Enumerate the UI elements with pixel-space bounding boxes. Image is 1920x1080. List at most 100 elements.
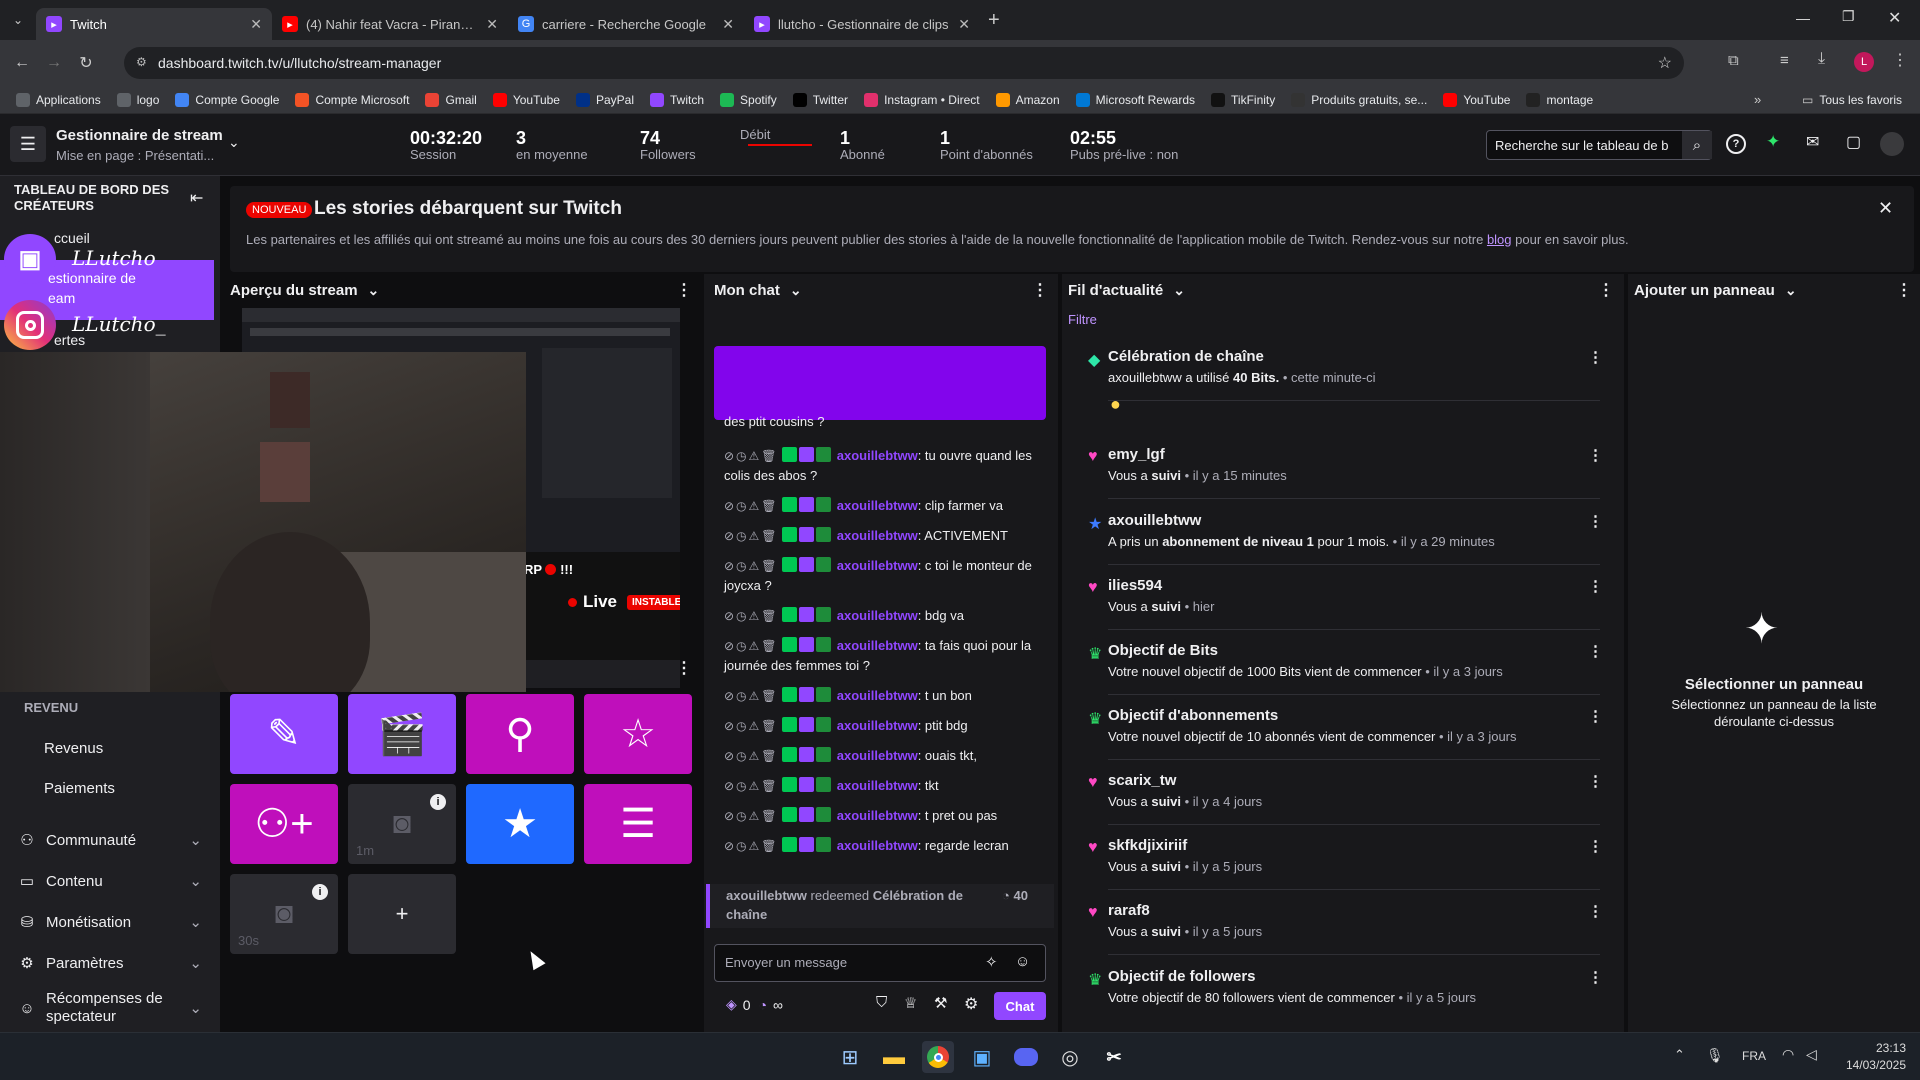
bookmark-item[interactable]: PayPal — [575, 92, 634, 107]
info-icon[interactable]: i — [312, 884, 328, 900]
chat-kebab-icon[interactable]: ⋮ — [1032, 280, 1048, 300]
stat-4[interactable]: 1 Abonné — [840, 128, 885, 162]
sparkle-icon[interactable]: ✦ — [1766, 132, 1780, 152]
preview-kebab-icon[interactable]: ⋮ — [676, 280, 692, 300]
feed-item[interactable]: ♛ Objectif de Bits Votre nouvel objectif… — [1080, 642, 1603, 700]
window-close-icon[interactable]: ✕ — [1888, 8, 1901, 28]
add-panel-kebab-icon[interactable]: ⋮ — [1896, 280, 1912, 300]
chat-message[interactable]: ⊘◷⚠🗑 axouillebtww: ACTIVEMENT — [724, 526, 1048, 546]
prediction-tile[interactable]: ⚲ — [466, 694, 574, 774]
sidebar-item-4[interactable]: ☺ Récompenses de spectateur ⌄ — [0, 984, 220, 1032]
feed-item-kebab-icon[interactable]: ⋮ — [1588, 707, 1603, 725]
hamburger-menu-icon[interactable]: ☰ — [10, 126, 46, 162]
volume-icon[interactable]: ◁ — [1806, 1046, 1817, 1063]
trophy-small-icon[interactable]: ♕ — [904, 994, 917, 1012]
media-icon[interactable]: ≡ — [1780, 52, 1789, 69]
search-input[interactable]: Recherche sur le tableau de b — [1495, 138, 1668, 153]
bookmark-star-icon[interactable]: ☆ — [1658, 53, 1672, 73]
feed-filter-link[interactable]: Filtre — [1068, 312, 1097, 327]
feed-item[interactable]: ♥ skfkdjixiriif Vous a suivi • il y a 5 … — [1080, 837, 1603, 895]
feed-item-kebab-icon[interactable]: ⋮ — [1588, 772, 1603, 790]
chat-message[interactable]: ⊘◷⚠🗑 axouillebtww: regarde lecran — [724, 836, 1048, 856]
bookmark-item[interactable]: Gmail — [425, 92, 477, 107]
banner-close-icon[interactable]: ✕ — [1878, 198, 1893, 219]
emote-picker-icon[interactable]: ☺ — [1015, 953, 1030, 970]
sidebar-item-1[interactable]: ▭ Contenu ⌄ — [0, 861, 220, 901]
mod-actions-icon[interactable]: ⊘◷⚠🗑 — [724, 559, 779, 573]
all-bookmarks[interactable]: ▭ Tous les favoris — [1802, 93, 1902, 107]
chat-message[interactable]: ⊘◷⚠🗑 axouillebtww: ptit bdg — [724, 716, 1048, 736]
reload-icon[interactable]: ↻ — [70, 47, 102, 79]
feed-kebab-icon[interactable]: ⋮ — [1598, 280, 1614, 300]
mod-tools-icon[interactable]: ⚒ — [934, 994, 947, 1012]
bookmark-item[interactable]: Microsoft Rewards — [1075, 92, 1195, 107]
site-info-icon[interactable]: ⚙ — [136, 55, 147, 69]
sidebar-item-2[interactable]: ⛁ Monétisation ⌄ — [0, 902, 220, 942]
highlight-tile[interactable]: ★ — [466, 784, 574, 864]
raid-tile[interactable]: ⚇+ — [230, 784, 338, 864]
emote-sparkle-icon[interactable]: ✧ — [985, 953, 998, 971]
chat-message[interactable]: ⊘◷⚠🗑 axouillebtww: ouais tkt, — [724, 746, 1048, 766]
chat-message[interactable]: ⊘◷⚠🗑 axouillebtww: t un bon — [724, 686, 1048, 706]
feed-item-kebab-icon[interactable]: ⋮ — [1588, 968, 1603, 986]
mod-shield-icon[interactable]: ⛉ — [876, 994, 887, 1011]
chat-message[interactable]: ⊘◷⚠🗑 axouillebtww: clip farmer va — [724, 496, 1048, 516]
feed-panel-title[interactable]: Fil d'actualité ⌄ — [1068, 274, 1185, 306]
bits-icon[interactable]: ◈ — [726, 996, 737, 1013]
language-indicator[interactable]: FRA — [1742, 1049, 1766, 1063]
mod-actions-icon[interactable]: ⊘◷⚠🗑 — [724, 809, 779, 823]
file-explorer-icon[interactable]: ▬ — [878, 1041, 910, 1073]
feed-item-kebab-icon[interactable]: ⋮ — [1588, 902, 1603, 920]
mod-actions-icon[interactable]: ⊘◷⚠🗑 — [724, 639, 779, 653]
feed-item-kebab-icon[interactable]: ⋮ — [1588, 446, 1603, 464]
chat-input[interactable]: Envoyer un message ✧ ☺ — [714, 944, 1046, 982]
new-tab-button[interactable]: + — [988, 9, 1000, 32]
chat-message[interactable]: ⊘◷⚠🗑 axouillebtww: bdg va — [724, 606, 1048, 626]
close-tab-icon[interactable]: ✕ — [722, 16, 734, 33]
mod-actions-icon[interactable]: ⊘◷⚠🗑 — [724, 779, 779, 793]
stat-6[interactable]: 02:55 Pubs pré-live : non — [1070, 128, 1178, 162]
chat-send-button[interactable]: Chat — [994, 992, 1046, 1020]
feed-item-kebab-icon[interactable]: ⋮ — [1588, 577, 1603, 595]
edit-tile[interactable]: ✎ — [230, 694, 338, 774]
feed-item[interactable]: ♛ Objectif d'abonnements Votre nouvel ob… — [1080, 707, 1603, 765]
bookmark-item[interactable]: logo — [116, 92, 159, 107]
capcut-icon[interactable]: ✂ — [1098, 1041, 1130, 1073]
blog-link[interactable]: blog — [1487, 232, 1512, 247]
stat-1[interactable]: 3 en moyenne — [516, 128, 588, 162]
chat-message[interactable]: ⊘◷⚠🗑 axouillebtww: t pret ou pas — [724, 806, 1048, 826]
bookmark-item[interactable]: YouTube — [1443, 92, 1510, 107]
url-bar[interactable]: ⚙ dashboard.twitch.tv/u/llutcho/stream-m… — [124, 47, 1684, 79]
chat-message[interactable]: ⊘◷⚠🗑 axouillebtww: c toi le monteur de j… — [724, 556, 1048, 595]
star-tile[interactable]: ☆ — [584, 694, 692, 774]
ad-30s-tile[interactable]: ◙ i 30s — [230, 874, 338, 954]
steam-icon[interactable]: ◎ — [1054, 1041, 1086, 1073]
feed-item-kebab-icon[interactable]: ⋮ — [1588, 348, 1603, 366]
bookmark-item[interactable]: Amazon — [995, 92, 1060, 107]
feed-item[interactable]: ♥ emy_lgf Vous a suivi • il y a 15 minut… — [1080, 446, 1603, 504]
browser-tab[interactable]: ▸ Twitch ✕ — [36, 8, 272, 40]
bookmark-item[interactable]: TikFinity — [1211, 92, 1275, 107]
mod-actions-icon[interactable]: ⊘◷⚠🗑 — [724, 749, 779, 763]
add-tile[interactable]: + — [348, 874, 456, 954]
feed-item[interactable]: ♥ raraf8 Vous a suivi • il y a 5 jours ⋮ — [1080, 902, 1603, 960]
close-tab-icon[interactable]: ✕ — [958, 16, 970, 33]
clip-tile[interactable]: 🎬 — [348, 694, 456, 774]
clock-time[interactable]: 23:13 — [1842, 1041, 1906, 1055]
feed-item[interactable]: ♥ scarix_tw Vous a suivi • il y a 4 jour… — [1080, 772, 1603, 830]
mod-actions-icon[interactable]: ⊘◷⚠🗑 — [724, 609, 779, 623]
feed-item[interactable]: ♥ ilies594 Vous a suivi • hier ⋮ — [1080, 577, 1603, 635]
layout-dropdown-chevron-icon[interactable]: ⌄ — [228, 134, 240, 151]
tab-search-icon[interactable]: ⌄ — [0, 13, 36, 27]
collapse-sidebar-icon[interactable]: ⇤ — [190, 188, 203, 208]
microphone-icon[interactable]: 🎙 — [1706, 1047, 1724, 1064]
add-panel-title[interactable]: Ajouter un panneau ⌄ — [1634, 274, 1797, 306]
sidebar-item-paiements[interactable]: Paiements — [44, 780, 115, 797]
close-tab-icon[interactable]: ✕ — [250, 16, 262, 33]
clock-date[interactable]: 14/03/2025 — [1836, 1058, 1906, 1072]
search-button-icon[interactable]: ⌕ — [1682, 131, 1712, 159]
feed-item[interactable]: ◆ Célébration de chaîne axouillebtww a u… — [1080, 348, 1603, 414]
photos-icon[interactable]: ▣ — [966, 1041, 998, 1073]
chat-panel-title[interactable]: Mon chat ⌄ — [714, 274, 802, 306]
mod-actions-icon[interactable]: ⊘◷⚠🗑 — [724, 529, 779, 543]
